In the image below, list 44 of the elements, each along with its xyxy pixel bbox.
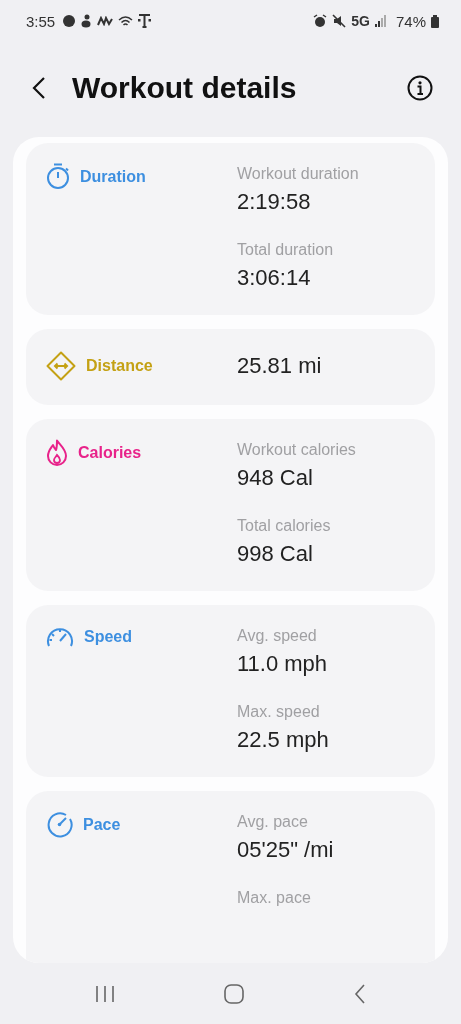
back-icon — [354, 983, 367, 1004]
flame-icon — [46, 439, 68, 466]
alarm-icon — [313, 14, 328, 28]
metric-value: 11.0 mph — [237, 650, 329, 678]
gauge-icon — [46, 811, 73, 838]
metric-label: Workout calories — [237, 440, 357, 460]
signal-icon — [374, 15, 387, 27]
metric-label: Total duration — [237, 240, 335, 260]
section-title: Speed — [84, 628, 132, 646]
section-title: Pace — [83, 815, 121, 834]
section-title: Duration — [80, 167, 146, 186]
network-label: 5G — [351, 13, 370, 29]
recent-apps-icon — [94, 984, 115, 1003]
section-title: Calories — [78, 443, 142, 462]
speedometer-icon — [46, 625, 74, 649]
carrier-icon — [138, 14, 152, 28]
metric-label: Max. speed — [237, 702, 321, 722]
chat-icon — [62, 14, 77, 28]
metric-value: 948 Cal — [237, 464, 314, 492]
wave-icon — [97, 16, 114, 26]
section-title: Distance — [86, 357, 153, 375]
battery-label: 74% — [395, 12, 426, 30]
wifi-icon — [118, 14, 134, 28]
figure-icon — [81, 14, 93, 28]
page-title: Workout details — [72, 69, 298, 106]
metric-label: Avg. speed — [237, 626, 318, 646]
metric-value: 25.81 mi — [237, 352, 323, 380]
home-icon — [224, 983, 245, 1004]
double-arrow-icon — [46, 351, 76, 381]
metric-value: 998 Cal — [237, 540, 314, 568]
battery-icon — [431, 14, 439, 28]
metric-value: 2:19:58 — [237, 188, 312, 216]
metric-label: Workout duration — [237, 164, 360, 184]
metric-label: Avg. pace — [237, 812, 309, 832]
status-time: 3:55 — [26, 12, 56, 30]
metric-label: Total calories — [237, 516, 332, 536]
mute-icon — [332, 14, 347, 28]
metric-value: 05'25" /mi — [237, 836, 335, 864]
metric-value: 3:06:14 — [237, 264, 312, 292]
metric-label: Max. pace — [237, 888, 312, 908]
metric-value: 22.5 mph — [237, 726, 330, 754]
info-icon — [407, 74, 433, 101]
back-icon — [32, 75, 46, 100]
stopwatch-icon — [46, 163, 70, 190]
